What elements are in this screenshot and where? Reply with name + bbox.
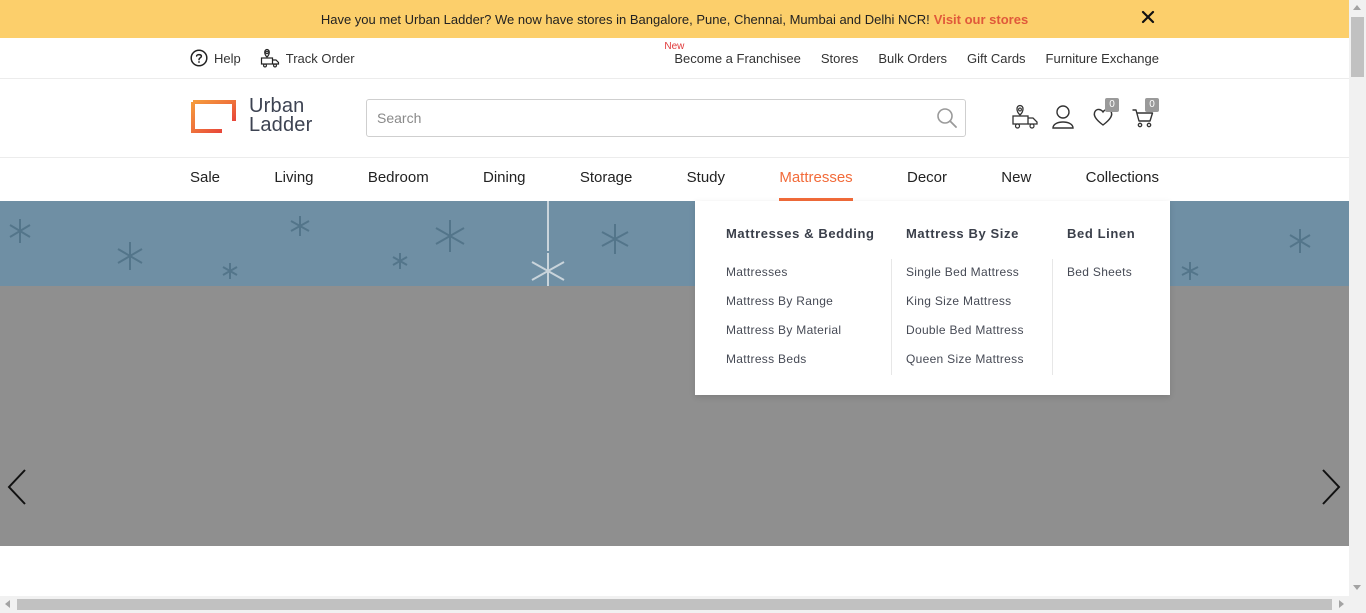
horizontal-scrollbar[interactable] <box>0 596 1366 613</box>
logo-line-ladder: Ladder <box>249 114 313 136</box>
nav-item-bedroom[interactable]: Bedroom <box>368 158 429 201</box>
dropdown-link-single-bed-mattress[interactable]: Single Bed Mattress <box>906 265 1024 294</box>
furniture-exchange-link[interactable]: Furniture Exchange <box>1046 51 1159 66</box>
search-icon[interactable] <box>935 106 959 130</box>
new-badge: New <box>664 40 685 52</box>
nav-item-new[interactable]: New <box>1001 158 1031 201</box>
nav-item-storage[interactable]: Storage <box>580 158 633 201</box>
store-locator-button[interactable] <box>1011 104 1038 130</box>
nav-item-living[interactable]: Living <box>274 158 313 201</box>
category-nav: Sale Living Bedroom Dining Storage Study… <box>0 158 1349 201</box>
scroll-up-arrow-icon[interactable] <box>1353 5 1361 10</box>
track-order-label: Track Order <box>285 50 355 66</box>
search-input[interactable] <box>367 100 927 136</box>
nav-item-mattresses[interactable]: Mattresses <box>779 158 854 201</box>
stores-link[interactable]: Stores <box>821 51 859 66</box>
vertical-scroll-thumb[interactable] <box>1351 17 1364 77</box>
help-link[interactable]: Help <box>190 49 241 67</box>
logo-text: Urban Ladder <box>249 96 313 136</box>
main-header: Urban Ladder Search 0 0 <box>0 79 1349 158</box>
nav-item-sale[interactable]: Sale <box>190 158 220 201</box>
track-order-icon <box>260 48 279 68</box>
nav-item-dining[interactable]: Dining <box>483 158 526 201</box>
announcement-text: Have you met Urban Ladder? We now have s… <box>320 11 930 27</box>
carousel-prev-arrow-icon[interactable] <box>6 468 28 506</box>
close-icon[interactable] <box>1141 10 1155 24</box>
gift-cards-link[interactable]: Gift Cards <box>967 51 1026 66</box>
help-label: Help <box>214 50 241 66</box>
wishlist-button[interactable]: 0 <box>1091 98 1119 130</box>
dropdown-link-mattress-by-range[interactable]: Mattress By Range <box>726 294 841 323</box>
nav-item-collections[interactable]: Collections <box>1086 158 1159 201</box>
dropdown-link-double-bed-mattress[interactable]: Double Bed Mattress <box>906 323 1024 352</box>
dropdown-link-queen-size-mattress[interactable]: Queen Size Mattress <box>906 352 1024 381</box>
become-franchisee-link[interactable]: New Become a Franchisee <box>664 41 801 66</box>
cart-count-badge: 0 <box>1145 98 1159 112</box>
dropdown-link-mattresses[interactable]: Mattresses <box>726 265 841 294</box>
scroll-left-arrow-icon[interactable] <box>5 600 10 608</box>
track-order-link[interactable]: Track Order <box>260 48 355 68</box>
column-divider <box>891 259 892 375</box>
bulk-orders-link[interactable]: Bulk Orders <box>878 51 947 66</box>
visit-stores-link[interactable]: Visit our stores <box>934 12 1028 27</box>
announcement-bar: Have you met Urban Ladder? We now have s… <box>0 0 1349 38</box>
nav-item-study[interactable]: Study <box>687 158 725 201</box>
wishlist-count-badge: 0 <box>1105 98 1119 112</box>
scroll-down-arrow-icon[interactable] <box>1353 585 1361 590</box>
scroll-right-arrow-icon[interactable] <box>1339 600 1344 608</box>
dropdown-link-bed-sheets[interactable]: Bed Sheets <box>1067 265 1132 294</box>
urban-ladder-logo[interactable]: Urban Ladder <box>190 96 313 136</box>
nav-item-decor[interactable]: Decor <box>907 158 947 201</box>
become-franchisee-label: Become a Franchisee <box>674 50 801 66</box>
help-icon <box>190 49 208 67</box>
logo-mark-icon <box>191 99 236 133</box>
carousel-next-arrow-icon[interactable] <box>1320 468 1342 506</box>
user-icon <box>1052 105 1074 129</box>
dropdown-heading: Mattresses & Bedding <box>726 226 875 241</box>
dropdown-link-mattress-beds[interactable]: Mattress Beds <box>726 352 841 381</box>
search-box <box>366 99 966 137</box>
delivery-truck-icon <box>1012 104 1038 129</box>
vertical-scrollbar[interactable] <box>1349 0 1366 596</box>
mattresses-dropdown-menu: Mattresses & Bedding Mattresses Mattress… <box>695 201 1170 395</box>
dropdown-link-mattress-by-material[interactable]: Mattress By Material <box>726 323 841 352</box>
column-divider <box>1052 259 1053 375</box>
dropdown-heading: Bed Linen <box>1067 226 1136 241</box>
utility-bar: Help Track Order New Become a Franchisee… <box>0 38 1349 79</box>
account-button[interactable] <box>1051 104 1077 130</box>
horizontal-scroll-thumb[interactable] <box>17 599 1332 610</box>
dropdown-link-king-size-mattress[interactable]: King Size Mattress <box>906 294 1024 323</box>
cart-button[interactable]: 0 <box>1131 98 1159 130</box>
dropdown-heading: Mattress By Size <box>906 226 1019 241</box>
